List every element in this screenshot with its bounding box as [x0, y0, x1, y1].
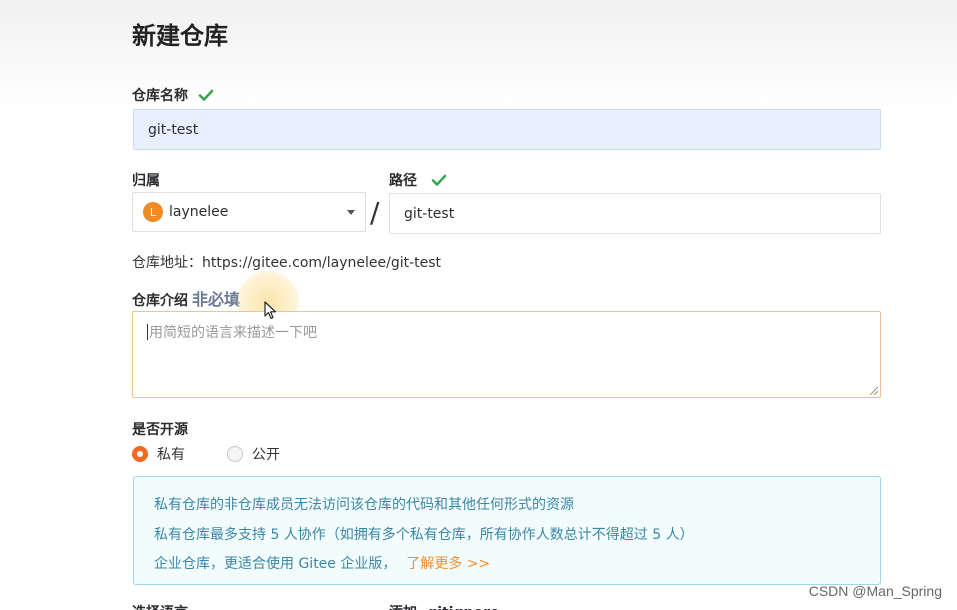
description-placeholder: 用简短的语言来描述一下吧: [149, 325, 317, 341]
resize-handle-icon[interactable]: [870, 387, 878, 395]
language-label: 选择语言: [132, 602, 188, 610]
radio-private-label: 私有: [157, 447, 185, 463]
radio-public-label: 公开: [252, 447, 280, 463]
description-textarea[interactable]: 用简短的语言来描述一下吧: [132, 311, 881, 398]
text-caret: [147, 324, 148, 340]
optional-hint: 非必填: [192, 290, 241, 309]
owner-label: 归属: [132, 173, 160, 189]
owner-value: laynelee: [169, 204, 229, 220]
check-icon: [198, 89, 214, 101]
notice-line: 私有仓库最多支持 5 人协作（如拥有多个私有仓库，所有协作人数总计不得超过 5 …: [154, 526, 694, 543]
path-label-row: 路径: [389, 170, 447, 190]
description-label-row: 仓库介绍 非必填: [132, 286, 240, 310]
learn-more-link[interactable]: 了解更多 >>: [406, 556, 490, 572]
watermark: CSDN @Man_Spring: [808, 583, 942, 599]
repo-name-label: 仓库名称: [132, 88, 188, 104]
mouse-pointer-icon: [264, 301, 277, 320]
owner-select[interactable]: L laynelee: [132, 192, 366, 232]
repo-name-input[interactable]: git-test: [133, 109, 881, 150]
repo-name-label-row: 仓库名称: [132, 85, 214, 105]
chevron-down-icon: [347, 210, 355, 215]
check-icon: [431, 174, 447, 186]
visibility-label: 是否开源: [132, 422, 188, 438]
gitignore-label: 添加 .gitignore: [389, 602, 500, 610]
description-label: 仓库介绍: [132, 293, 188, 309]
path-input[interactable]: git-test: [389, 193, 881, 234]
repo-address-label: 仓库地址：: [132, 255, 202, 271]
private-repo-notice: 私有仓库的非仓库成员无法访问该仓库的代码和其他任何形式的资源 私有仓库最多支持 …: [133, 476, 881, 585]
path-separator: /: [370, 196, 380, 229]
notice-line: 企业仓库，更适合使用 Gitee 企业版，: [154, 556, 397, 572]
path-value: git-test: [404, 205, 455, 222]
page-title: 新建仓库: [132, 22, 228, 50]
radio-public[interactable]: 公开: [227, 444, 280, 464]
notice-line-enterprise: 企业仓库，更适合使用 Gitee 企业版， 了解更多 >>: [154, 550, 860, 580]
radio-private[interactable]: 私有: [132, 444, 185, 464]
radio-checked-icon: [132, 446, 148, 462]
avatar: L: [143, 202, 163, 222]
notice-line: 私有仓库的非仓库成员无法访问该仓库的代码和其他任何形式的资源: [154, 497, 574, 513]
repo-address-value: https://gitee.com/laynelee/git-test: [202, 255, 442, 271]
radio-unchecked-icon: [227, 446, 243, 462]
path-label: 路径: [389, 173, 417, 189]
repo-address: 仓库地址：https://gitee.com/laynelee/git-test: [132, 252, 441, 272]
repo-name-value: git-test: [148, 121, 199, 138]
